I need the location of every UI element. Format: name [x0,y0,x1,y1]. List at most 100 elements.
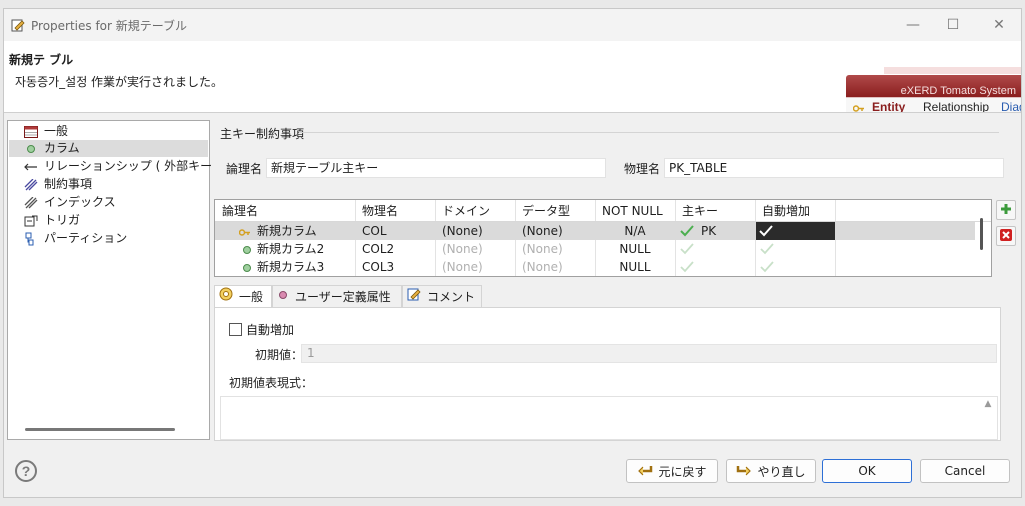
redo-label: やり直し [757,464,806,479]
delete-column-button[interactable] [996,226,1016,246]
pk-logical-name-field[interactable]: 新規テーブル主キー [266,158,606,178]
cell-datatype[interactable]: (None) [517,258,593,276]
banner-tab-relationship[interactable]: Relationship [923,100,989,112]
tree-item-constraint[interactable]: 制約事項 [23,176,92,193]
tree-item-label: パーティション [44,231,128,245]
tree-item-label: リレーションシップ ( 外部キー [44,159,213,173]
banner-tabs: Entity Relationship Diag [846,97,1021,112]
tree-item-index[interactable]: インデックス [23,194,116,211]
dot-icon [242,244,252,258]
cell-domain[interactable]: (None) [437,240,513,258]
table-row[interactable]: 新規カラム3 COL3 (None) (None) NULL [215,258,975,276]
tree-item-partition[interactable]: パーティション [23,230,127,247]
banner-stripe [884,67,1021,74]
cell-logical[interactable]: 新規カラム3 [252,258,352,276]
cell-domain[interactable]: (None) [437,258,513,276]
pk-check-icon[interactable] [680,243,694,258]
autoincrement-check-icon[interactable] [760,261,774,276]
autoincrement-check-icon [759,225,773,240]
tree-item-label: インデックス [44,195,116,209]
cell-logical[interactable]: 新規カラム2 [252,240,352,258]
initial-value-label: 初期値： [255,348,304,362]
tree-item-column[interactable]: カラム [9,140,208,157]
title-bar: Properties for 新規テーブル — ☐ ✕ [4,9,1021,41]
plus-icon [1000,203,1012,218]
trigger-icon [23,214,39,228]
redo-button[interactable]: やり直し [726,459,816,483]
tree-item-label: カラム [44,141,80,155]
cell-physical[interactable]: COL3 [357,258,433,276]
undo-icon [637,463,653,480]
cell-domain[interactable]: (None) [437,222,513,240]
header-notnull[interactable]: NOT NULL [597,202,673,220]
tree-item-general[interactable]: 一般 [23,123,68,140]
initial-expression-textarea[interactable]: ▲ [220,396,998,440]
tree-item-label: 一般 [44,124,69,138]
table-icon [23,125,39,139]
delete-icon [1000,228,1012,244]
columns-table: 論理名 物理名 ドメイン データ型 NOT NULL 主キー 自動増加 新規カラ… [214,199,992,277]
index-icon [23,196,39,210]
banner-tab-entity[interactable]: Entity [872,100,905,112]
cell-datatype[interactable]: (None) [517,240,593,258]
properties-dialog: Properties for 新規テーブル — ☐ ✕ 新規テ ブル 자동증가_… [3,8,1022,498]
auto-increment-label: 自動増加 [246,323,295,337]
general-icon [219,287,233,307]
maximize-button[interactable]: ☐ [942,14,964,36]
cancel-button[interactable]: Cancel [920,459,1010,483]
pk-check-icon[interactable] [680,225,694,240]
pk-group-title: 主キー制約事項 [220,127,305,141]
pk-physical-label: 物理名 [624,162,661,176]
help-button[interactable]: ? [15,460,37,482]
tab-label: ユーザー定義属性 [295,289,391,304]
revert-label: 元に戻す [658,464,707,479]
scroll-up-icon[interactable]: ▲ [981,399,995,439]
redo-icon [736,463,752,480]
constraint-icon [23,178,39,192]
add-column-button[interactable] [996,200,1016,220]
cell-notnull[interactable]: N/A [597,222,673,240]
cell-datatype[interactable]: (None) [517,222,593,240]
revert-button[interactable]: 元に戻す [626,459,718,483]
banner-tab-diagram[interactable]: Diag [1001,100,1021,112]
partition-icon [23,232,39,246]
cell-logical[interactable]: 新規カラム [252,222,352,240]
auto-increment-checkbox[interactable]: 自動増加 [229,321,294,338]
brand-text: eXERD Tomato System [900,85,1016,97]
tab-comment[interactable]: コメント [402,285,482,307]
initial-value-field[interactable]: 1 [301,344,997,363]
header-physical[interactable]: 物理名 [357,202,433,220]
tab-user-attributes[interactable]: ユーザー定義属性 [272,285,402,307]
cell-pk[interactable]: PK [696,222,746,240]
tab-label: 一般 [239,289,264,304]
cell-physical[interactable]: COL [357,222,433,240]
dialog-footer: ? 元に戻す やり直し OK Cancel [4,441,1021,499]
window-title: Properties for 新規テーブル [31,19,188,33]
table-row[interactable]: 新規カラム2 COL2 (None) (None) NULL [215,240,975,258]
cell-physical[interactable]: COL2 [357,240,433,258]
header-autoincrement[interactable]: 自動増加 [757,202,833,220]
pk-logical-label: 論理名 [226,162,263,176]
checkbox-box[interactable] [229,323,242,336]
table-row[interactable]: 新規カラム COL (None) (None) N/A PK [215,222,975,240]
table-scrollbar[interactable] [980,218,983,250]
minimize-button[interactable]: — [902,14,924,36]
header-domain[interactable]: ドメイン [437,202,513,220]
header-datatype[interactable]: データ型 [517,202,593,220]
ok-button[interactable]: OK [822,459,912,483]
pk-check-icon[interactable] [680,261,694,276]
header-logical[interactable]: 論理名 [217,202,353,220]
autoincrement-cell-active[interactable] [756,222,835,240]
autoincrement-check-icon[interactable] [760,243,774,258]
tree-item-relationship[interactable]: リレーションシップ ( 外部キー [23,158,212,175]
tree-scrollbar[interactable] [25,428,175,431]
cell-notnull[interactable]: NULL [597,240,673,258]
cell-notnull[interactable]: NULL [597,258,673,276]
tab-general[interactable]: 一般 [214,285,272,307]
header-pk[interactable]: 主キー [677,202,753,220]
dot-icon [242,262,252,276]
page-title: 新規テ ブル [9,53,74,67]
tree-item-trigger[interactable]: トリガ [23,212,80,229]
close-button[interactable]: ✕ [988,14,1010,36]
pk-physical-name-field[interactable]: PK_TABLE [664,158,1004,178]
